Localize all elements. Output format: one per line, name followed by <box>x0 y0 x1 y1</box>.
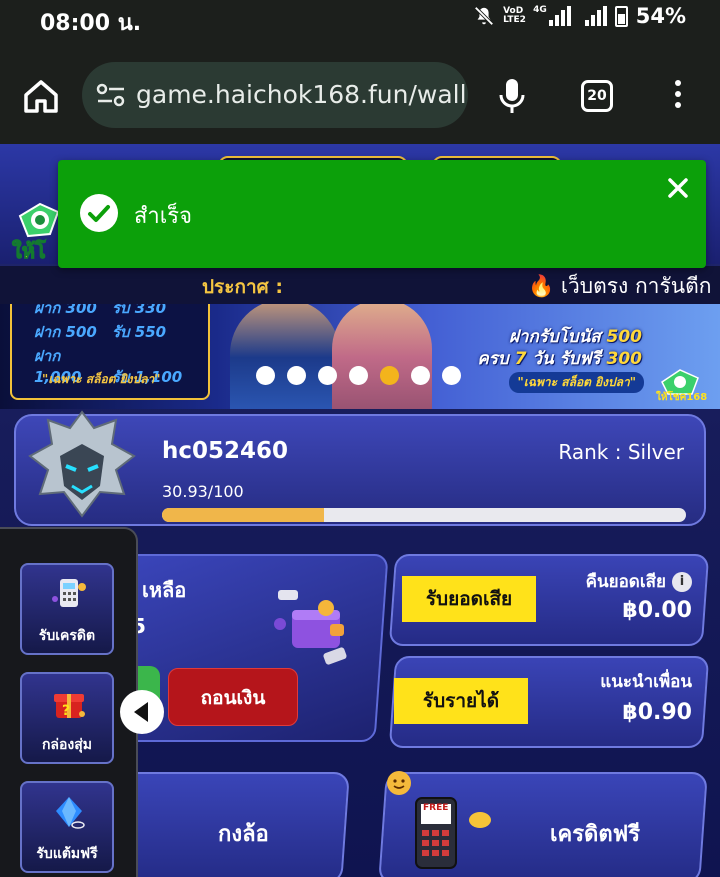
mute-notifications-icon <box>474 6 494 26</box>
carousel-dot[interactable] <box>287 366 306 385</box>
success-toast: สำเร็จ <box>58 160 706 268</box>
quick-action-drawer: รับเครดิต ? กล่องสุ่ม รับแต้มฟรี <box>0 527 138 877</box>
rank-progress-fill <box>162 508 325 522</box>
banner-logo: ให้โชค168 <box>656 369 707 402</box>
promo-line-1: ฝากรับโบนัส 500 <box>477 326 642 348</box>
carousel-dot[interactable] <box>442 366 461 385</box>
free-phone-text: FREE <box>423 803 449 813</box>
overflow-menu-icon[interactable] <box>672 80 684 116</box>
referral-title: แนะนำเพื่อน <box>600 672 692 692</box>
tab-switcher-button[interactable]: 20 <box>581 80 613 112</box>
carousel-dot[interactable] <box>256 366 275 385</box>
mystery-box-icon: ? <box>54 694 85 719</box>
rank-progress-text: 30.93/100 <box>162 482 244 501</box>
receive-amount: รับ 330 <box>112 304 167 317</box>
promo-note: "เฉพาะ สล็อต ยิงปลา" <box>509 372 644 393</box>
bonus-table: ฝาก 300 รับ 330 ฝาก 500 รับ 550 ฝาก 1,000 ร… <box>10 304 210 400</box>
drawer-item-free-points[interactable]: รับแต้มฟรี <box>20 781 114 873</box>
withdraw-button[interactable]: ถอนเงิน <box>168 668 298 726</box>
promo-line-2: ครบ 7 วัน รับฟรี 300 <box>477 348 642 370</box>
bonus-row: ฝาก 300 รับ 330 <box>34 304 166 320</box>
username: hc052460 <box>162 438 289 464</box>
microphone-icon[interactable] <box>496 76 528 116</box>
home-icon[interactable] <box>22 78 60 114</box>
free-credit-label: เครดิตฟรี <box>550 822 641 847</box>
announcement-label: ประกาศ : <box>202 276 283 298</box>
bonus-note: "เฉพาะ สล็อต ยิงปลา" <box>42 372 161 386</box>
refund-amount: ฿0.00 <box>622 598 692 623</box>
carousel-dot[interactable] <box>411 366 430 385</box>
drawer-item-label: รับแต้มฟรี <box>36 846 98 862</box>
promo-highlight: 7 <box>514 349 527 369</box>
wallet-balance-label: เหลือ <box>142 578 187 602</box>
status-bar: 08:00 น. VoD LTE2 4G 54% <box>0 0 720 38</box>
browser-toolbar: game.haichok168.fun/wall 20 <box>0 38 720 144</box>
promo-headline: ฝากรับโบนัส 500 ครบ 7 วัน รับฟรี 300 <box>477 326 642 370</box>
network-type: 4G <box>533 5 547 15</box>
drawer-item-mystery-box[interactable]: ? กล่องสุ่ม <box>20 672 114 764</box>
bonus-row: ฝาก 500 รับ 550 <box>34 320 166 344</box>
clock: 08:00 น. <box>40 11 142 36</box>
status-icons: VoD LTE2 4G 54% <box>473 4 686 28</box>
drawer-item-credit[interactable]: รับเครดิต <box>20 563 114 655</box>
claim-refund-button[interactable]: รับยอดเสีย <box>402 576 536 622</box>
calculator-icon <box>52 579 86 607</box>
refund-title-text: คืนยอดเสีย <box>585 572 666 592</box>
promo-text-part: ครบ <box>477 349 515 369</box>
promo-banner[interactable]: ฝาก 300 รับ 330 ฝาก 500 รับ 550 ฝาก 1,000 ร… <box>0 304 720 409</box>
rank-label: Rank : Silver <box>558 440 684 464</box>
promo-text-part: ฝากรับโบนัส <box>508 327 607 347</box>
gold-coin-icon <box>469 812 491 828</box>
address-bar[interactable]: game.haichok168.fun/wall <box>82 62 468 128</box>
signal-4g-icon: 4G <box>533 6 571 26</box>
model-figure-right <box>332 304 432 409</box>
site-settings-icon[interactable] <box>96 82 126 108</box>
check-circle-icon <box>80 194 118 232</box>
announcement-text: 🔥 เว็บตรง การันตีก <box>528 274 712 298</box>
deposit-amount: ฝาก 500 <box>34 323 97 341</box>
smiley-coin-icon <box>387 771 411 795</box>
diamond-icon <box>56 797 85 829</box>
signal-icon <box>584 6 607 26</box>
model-figure-left <box>230 304 340 409</box>
toast-message: สำเร็จ <box>134 204 193 229</box>
info-icon[interactable]: i <box>672 572 692 592</box>
drawer-item-label: รับเครดิต <box>38 628 96 644</box>
wheel-label: กงล้อ <box>218 822 269 847</box>
promo-highlight: 300 <box>606 349 643 369</box>
refund-title: คืนยอดเสีย i <box>586 568 692 595</box>
volte-indicator: VoD LTE2 <box>503 6 526 25</box>
carousel-dot[interactable] <box>349 366 368 385</box>
rank-badge-icon <box>28 410 136 518</box>
carousel-dot[interactable] <box>318 366 337 385</box>
svg-text:ให้โ: ให้โ <box>12 239 46 263</box>
wallet-icon <box>274 590 347 665</box>
rank-progress-bar <box>162 508 686 522</box>
carousel-dots <box>256 366 461 385</box>
battery-icon <box>614 5 628 27</box>
caret-left-icon <box>134 702 148 722</box>
screen: { "status_bar": { "time": "08:00 น.", "v… <box>0 0 720 877</box>
deposit-amount: ฝาก 300 <box>34 304 97 317</box>
promo-highlight: 500 <box>606 327 643 347</box>
announcement-bar: ประกาศ : 🔥 เว็บตรง การันตีก <box>0 266 720 304</box>
referral-amount: ฿0.90 <box>622 700 692 725</box>
drawer-item-label: กล่องสุ่ม <box>41 737 93 753</box>
url-text: game.haichok168.fun/wall <box>136 80 467 109</box>
carousel-dot[interactable] <box>380 366 399 385</box>
drawer-collapse-button[interactable] <box>120 690 164 734</box>
svg-text:?: ? <box>62 703 70 719</box>
banner-logo-text: ให้โชค168 <box>656 390 707 402</box>
battery-percent: 54% <box>635 4 686 28</box>
claim-referral-button[interactable]: รับรายได้ <box>394 678 528 724</box>
promo-text-part: วัน รับฟรี <box>526 349 607 369</box>
receive-amount: รับ 550 <box>112 323 167 341</box>
close-icon[interactable] <box>666 176 690 200</box>
